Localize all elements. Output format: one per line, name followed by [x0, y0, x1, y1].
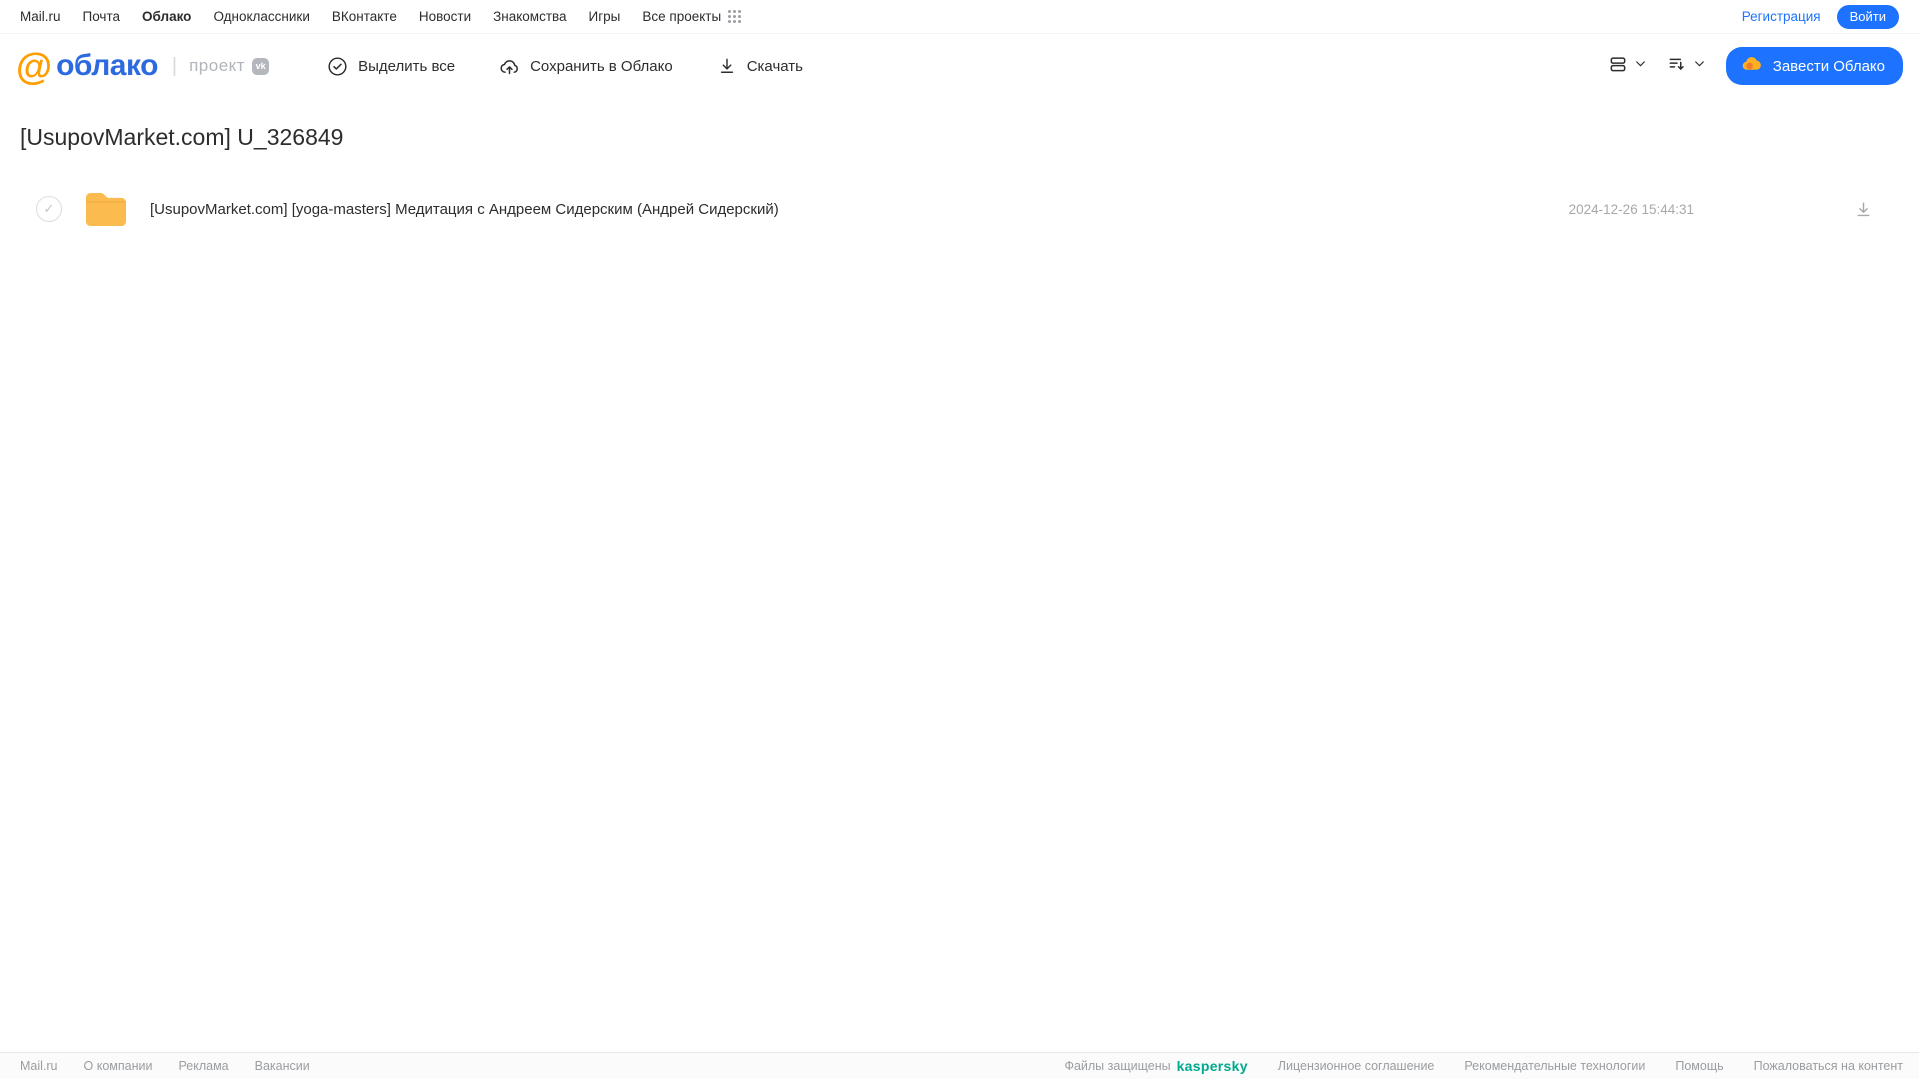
select-all-button[interactable]: Выделить все — [327, 56, 455, 77]
select-all-label: Выделить все — [358, 57, 456, 75]
view-mode-selector[interactable] — [1608, 54, 1647, 79]
footer-link-help[interactable]: Помощь — [1675, 1059, 1723, 1073]
file-name-link[interactable]: [UsupovMarket.com] [yoga-masters] Медита… — [150, 201, 1569, 218]
registration-link[interactable]: Регистрация — [1742, 9, 1821, 24]
footer-link-license[interactable]: Лицензионное соглашение — [1278, 1059, 1435, 1073]
header-bar: @ облако | проект vk Выделить все Сохран… — [0, 34, 1919, 98]
logo-wordmark: облако — [56, 49, 158, 82]
download-label: Скачать — [746, 57, 803, 75]
topnav-item-pochta[interactable]: Почта — [83, 9, 121, 24]
kaspersky-logo[interactable]: kaspersky — [1177, 1058, 1248, 1074]
footer-link-recommendations[interactable]: Рекомендательные технологии — [1464, 1059, 1645, 1073]
topnav-item-igry[interactable]: Игры — [589, 9, 621, 24]
footer-left-links: Mail.ru О компании Реклама Вакансии — [20, 1059, 310, 1073]
file-toolbar: Выделить все Сохранить в Облако Скачать — [327, 56, 803, 77]
logo-divider: | — [171, 54, 178, 77]
download-icon — [717, 56, 737, 76]
top-nav-bar: Mail.ru Почта Облако Одноклассники ВКонт… — [0, 0, 1919, 34]
top-nav-auth: Регистрация Войти — [1742, 4, 1899, 29]
sort-selector[interactable] — [1667, 54, 1706, 79]
row-checkbox[interactable]: ✓ — [36, 196, 62, 222]
chevron-down-icon — [1693, 57, 1706, 75]
topnav-item-novosti[interactable]: Новости — [419, 9, 471, 24]
all-projects-label: Все проекты — [642, 9, 722, 24]
get-cloud-label: Завести Облако — [1772, 57, 1885, 75]
vk-badge-icon: vk — [252, 57, 270, 75]
row-download-icon[interactable] — [1854, 200, 1873, 219]
save-to-cloud-label: Сохранить в Облако — [530, 57, 673, 75]
top-nav-links: Mail.ru Почта Облако Одноклассники ВКонт… — [20, 9, 742, 24]
check-circle-icon — [327, 56, 348, 77]
topnav-item-vkontakte[interactable]: ВКонтакте — [332, 9, 397, 24]
chevron-down-icon — [1634, 57, 1647, 75]
login-button[interactable]: Войти — [1836, 4, 1899, 29]
footer-link-company[interactable]: О компании — [84, 1059, 153, 1073]
kaspersky-protection: Файлы защищены kaspersky — [1064, 1058, 1247, 1074]
topnav-item-all-projects[interactable]: Все проекты — [642, 9, 742, 24]
apps-grid-icon[interactable] — [728, 10, 742, 23]
save-to-cloud-button[interactable]: Сохранить в Облако — [499, 56, 673, 77]
footer-bar: Mail.ru О компании Реклама Вакансии Файл… — [0, 1052, 1919, 1079]
protected-label: Файлы защищены — [1064, 1059, 1171, 1073]
mailru-at-icon: @ — [16, 45, 53, 87]
list-view-icon — [1608, 54, 1628, 79]
topnav-item-znakomstva[interactable]: Знакомства — [493, 9, 566, 24]
footer-link-mailru[interactable]: Mail.ru — [20, 1059, 58, 1073]
footer-link-report[interactable]: Пожаловаться на контент — [1754, 1059, 1903, 1073]
topnav-item-mailru[interactable]: Mail.ru — [20, 9, 61, 24]
get-cloud-button[interactable]: Завести Облако — [1725, 47, 1903, 85]
sort-icon — [1667, 54, 1687, 79]
footer-right-links: Файлы защищены kaspersky Лицензионное со… — [1064, 1058, 1903, 1074]
header-right-controls: Завести Облако — [1608, 47, 1903, 85]
footer-link-ads[interactable]: Реклама — [178, 1059, 228, 1073]
file-row[interactable]: ✓ [UsupovMarket.com] [yoga-masters] Меди… — [20, 183, 1899, 235]
page-title: [UsupovMarket.com] U_326849 — [20, 124, 344, 150]
download-button[interactable]: Скачать — [717, 56, 803, 76]
topnav-item-oblako[interactable]: Облако — [142, 9, 191, 24]
folder-icon[interactable] — [84, 191, 128, 228]
project-label: проект — [189, 56, 246, 75]
topnav-item-odnoklassniki[interactable]: Одноклассники — [213, 9, 309, 24]
footer-link-jobs[interactable]: Вакансии — [255, 1059, 310, 1073]
cloud-logo[interactable]: @ облако | проект vk — [16, 45, 270, 87]
cloud-upload-icon — [499, 56, 520, 77]
file-date: 2024-12-26 15:44:31 — [1568, 201, 1694, 217]
cloud-color-icon — [1740, 53, 1763, 80]
main-content: [UsupovMarket.com] U_326849 ✓ [UsupovMar… — [0, 124, 1919, 235]
